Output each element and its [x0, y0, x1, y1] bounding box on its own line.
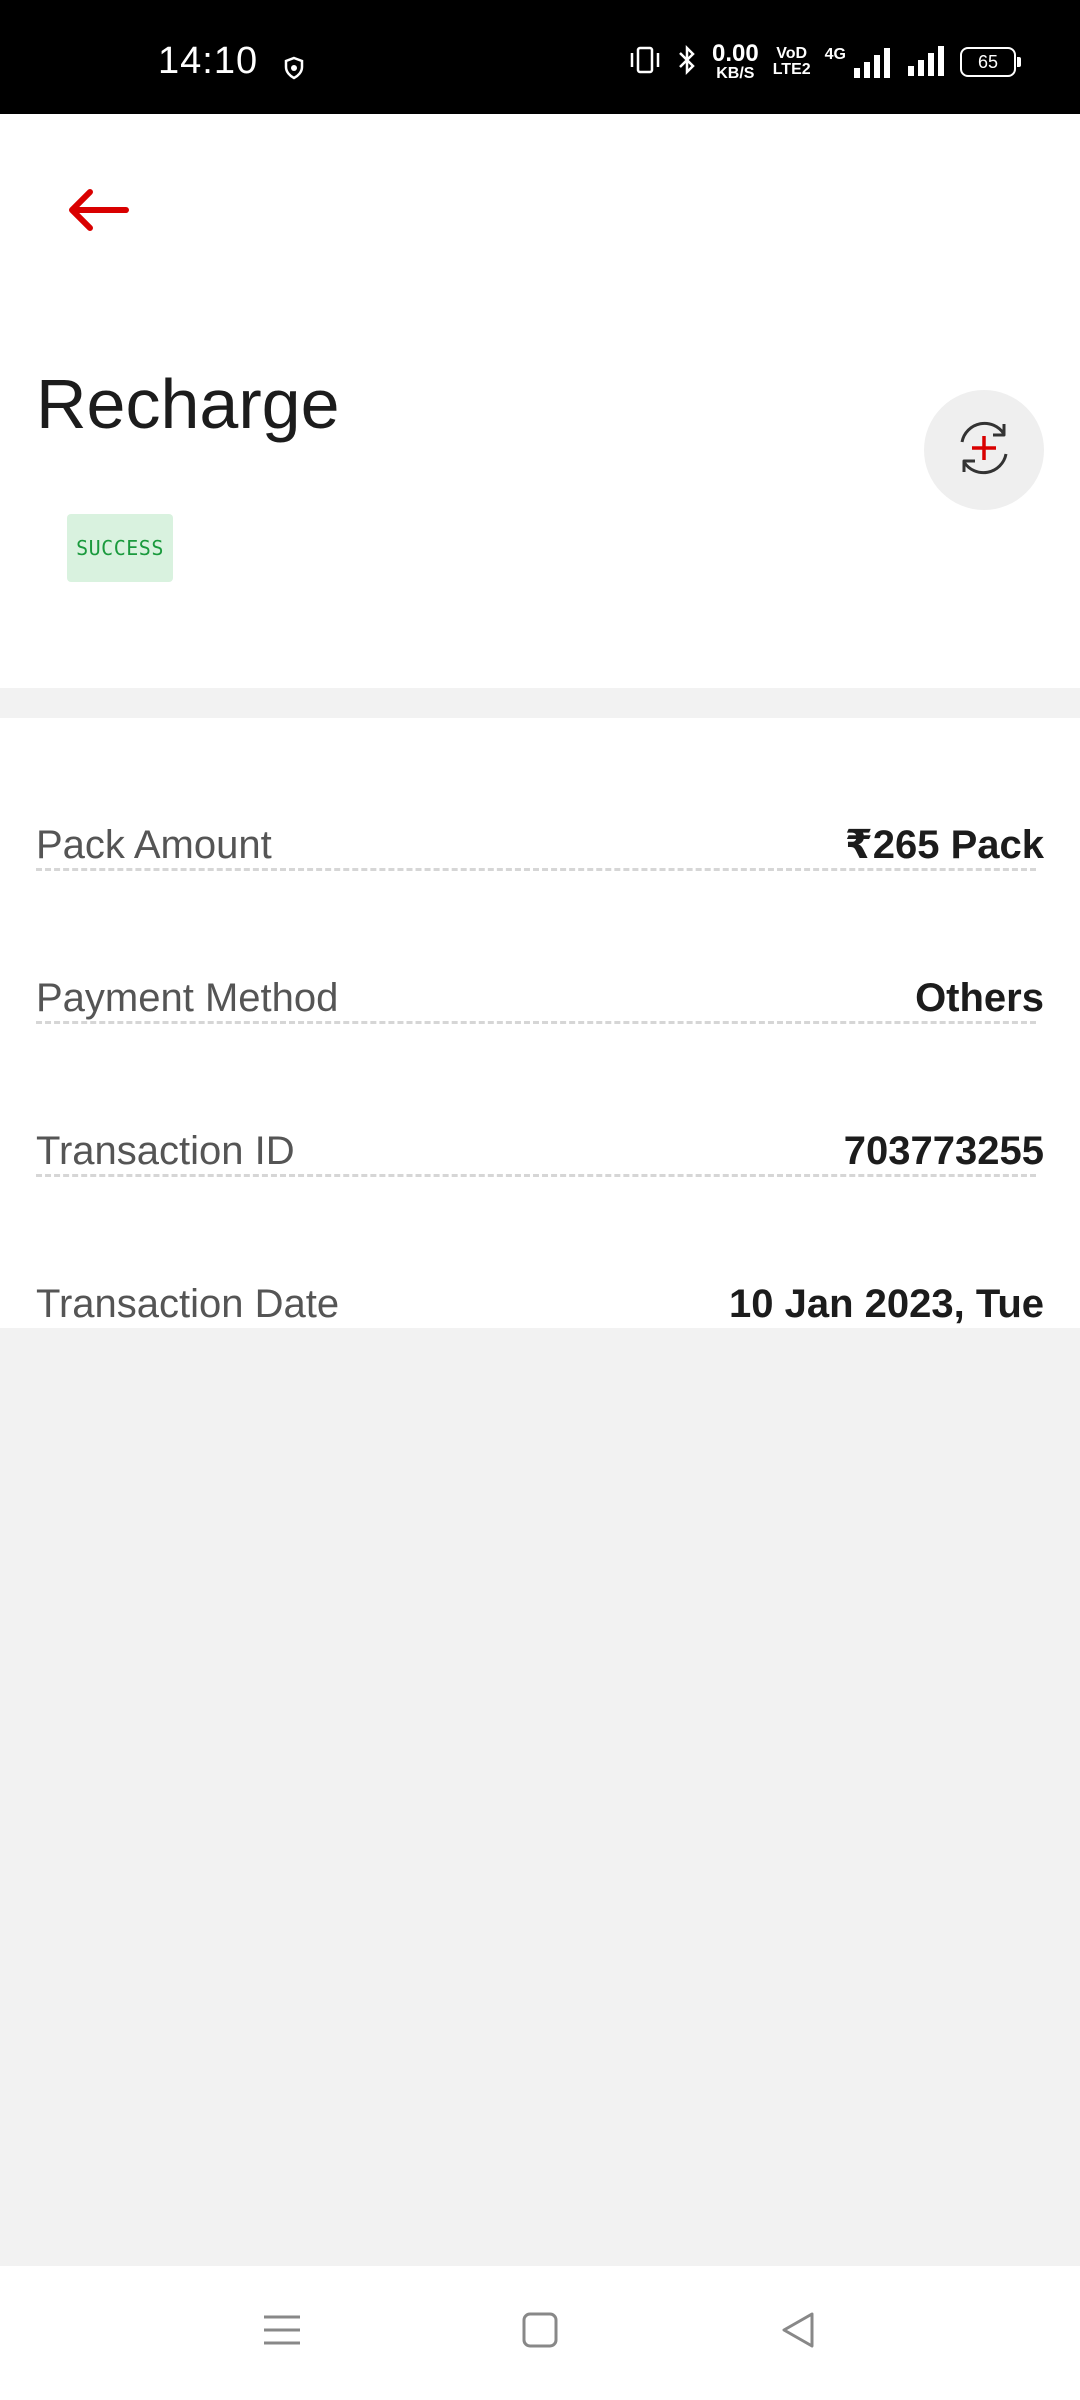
volte-top: VoD [776, 45, 808, 62]
system-nav-bar [0, 2266, 1080, 2400]
network-type: 4G [824, 46, 846, 63]
home-square-icon [520, 2310, 560, 2355]
signal-icon-2 [906, 44, 946, 81]
detail-label: Transaction ID [36, 1128, 295, 1173]
detail-value: 703773255 [843, 1128, 1044, 1173]
detail-value: Others [915, 975, 1044, 1020]
detail-row-payment-method: Payment Method Others [36, 948, 1044, 1048]
refresh-plus-icon [948, 412, 1020, 489]
home-button[interactable] [500, 2296, 580, 2368]
back-button[interactable] [58, 172, 138, 252]
back-nav-button[interactable] [758, 2296, 838, 2368]
status-badge: SUCCESS [67, 514, 173, 582]
volte-bottom: LTE2 [772, 61, 811, 78]
network-speed: 0.00 KB/S [712, 42, 759, 82]
status-bar: 14:10 0.00 KB/S VoD LTE2 4G 65 [0, 0, 1080, 114]
divider [36, 1021, 1036, 1024]
network-speed-unit: KB/S [716, 65, 755, 82]
bluetooth-icon [676, 44, 698, 81]
vibrate-icon [628, 45, 662, 80]
detail-value: ₹265 Pack [844, 823, 1044, 867]
volte-indicator: VoD LTE2 [773, 46, 811, 78]
header-card: Recharge SUCCESS [0, 114, 1080, 688]
back-triangle-icon [778, 2310, 818, 2355]
status-icons: 0.00 KB/S VoD LTE2 4G 65 [628, 42, 1021, 82]
page-title: Recharge [36, 365, 340, 443]
signal-icon: 4G [825, 46, 892, 78]
arrow-left-icon [66, 188, 130, 237]
battery-icon: 65 [960, 47, 1021, 77]
detail-value: 10 Jan 2023, Tue [729, 1281, 1044, 1326]
detail-label: Transaction Date [36, 1281, 340, 1326]
repeat-recharge-button[interactable] [924, 390, 1044, 510]
screen: 14:10 0.00 KB/S VoD LTE2 4G 65 Recharge … [0, 0, 1080, 2400]
detail-row-transaction-id: Transaction ID 703773255 [36, 1101, 1044, 1201]
status-time: 14:10 [158, 40, 259, 82]
divider [36, 868, 1036, 871]
transaction-details: Pack Amount ₹265 Pack Payment Method Oth… [0, 718, 1080, 1328]
shield-icon [283, 56, 305, 85]
detail-row-pack-amount: Pack Amount ₹265 Pack [36, 795, 1044, 895]
divider [36, 1174, 1036, 1177]
detail-row-transaction-date: Transaction Date 10 Jan 2023, Tue [36, 1254, 1044, 1354]
recent-apps-button[interactable] [242, 2296, 322, 2368]
detail-label: Payment Method [36, 975, 339, 1020]
network-speed-value: 0.00 [712, 40, 759, 67]
menu-icon [262, 2310, 302, 2355]
battery-level: 65 [977, 51, 999, 72]
detail-label: Pack Amount [36, 822, 272, 867]
